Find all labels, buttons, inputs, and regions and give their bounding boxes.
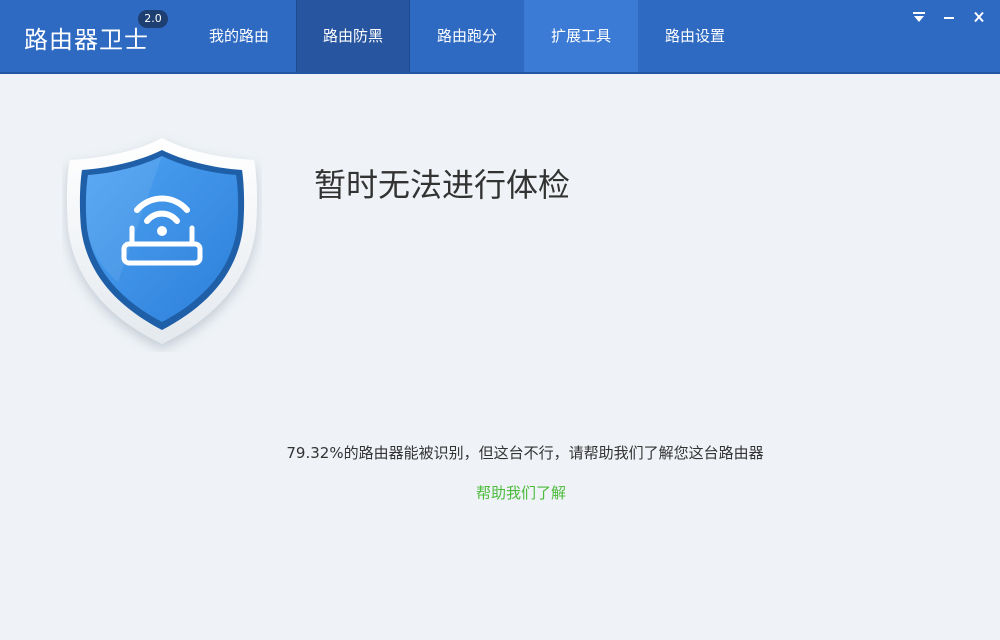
minimize-button[interactable]	[938, 8, 960, 26]
router-recognition-info: 79.32%的路由器能被识别，但这台不行，请帮助我们了解您这台路由器	[286, 444, 764, 462]
tab-my-router[interactable]: 我的路由	[182, 0, 296, 72]
router-shield-icon	[62, 132, 262, 356]
dropdown-menu-icon	[913, 12, 925, 22]
app-title: 路由器卫士	[24, 26, 149, 54]
close-icon	[974, 11, 984, 23]
close-button[interactable]	[968, 8, 990, 26]
tab-router-benchmark[interactable]: 路由跑分	[410, 0, 524, 72]
window-controls	[908, 8, 990, 26]
title-bar: 路由器卫士 2.0 我的路由 路由防黑 路由跑分 扩展工具 路由设置	[0, 0, 1000, 74]
tab-router-settings[interactable]: 路由设置	[638, 0, 752, 72]
version-badge: 2.0	[138, 10, 168, 28]
page-headline: 暂时无法进行体检	[314, 166, 571, 204]
tab-router-anti-hack[interactable]: 路由防黑	[296, 0, 410, 72]
minimize-icon	[944, 17, 954, 19]
dropdown-menu-button[interactable]	[908, 8, 930, 26]
main-nav: 我的路由 路由防黑 路由跑分 扩展工具 路由设置	[182, 0, 752, 72]
tab-extension-tools[interactable]: 扩展工具	[524, 0, 638, 72]
help-us-link[interactable]: 帮助我们了解	[0, 482, 1000, 503]
